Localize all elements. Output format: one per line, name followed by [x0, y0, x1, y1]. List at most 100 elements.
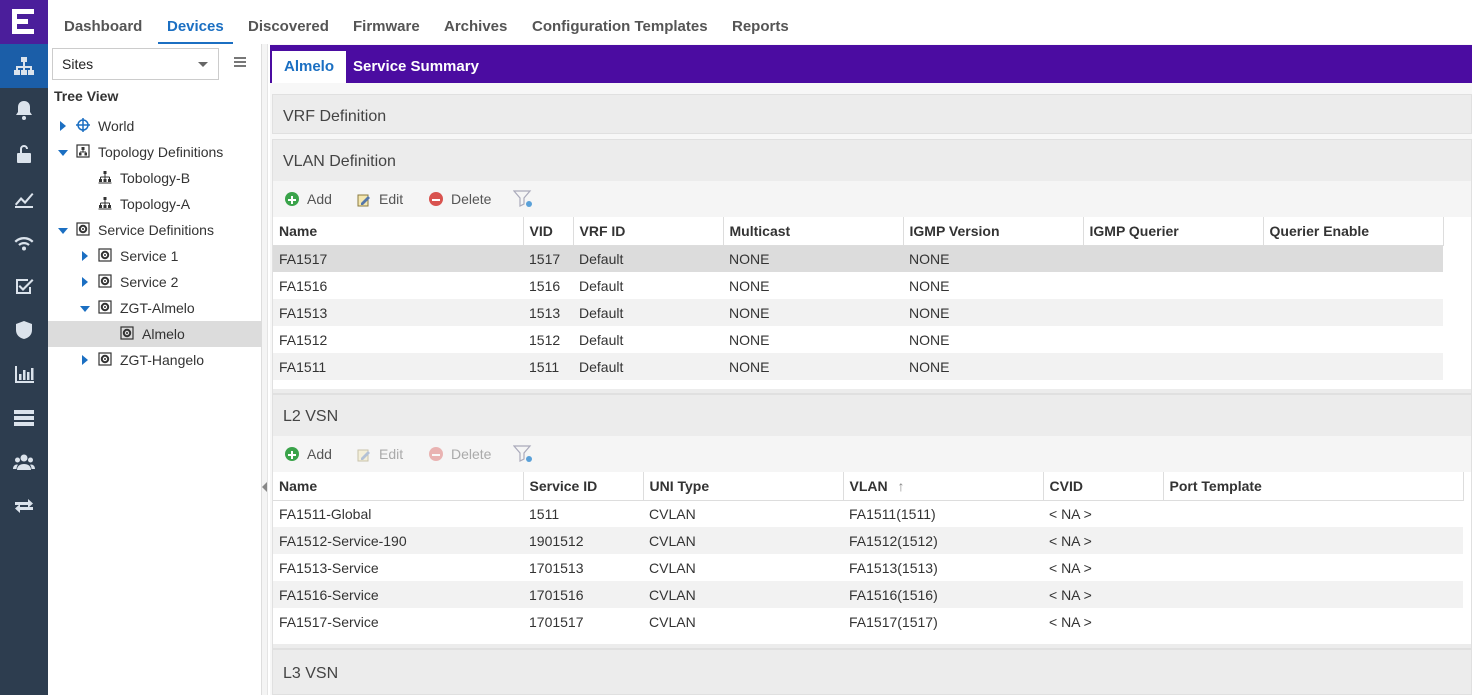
tree-node-almelo[interactable]: Almelo — [48, 321, 262, 347]
table-row[interactable]: FA1511 1511 Default NONE NONE — [273, 353, 1443, 380]
cell-vrf-id: Default — [573, 299, 723, 326]
trend-chart-icon[interactable] — [0, 176, 48, 220]
unlock-icon[interactable] — [0, 132, 48, 176]
column-header-service-id[interactable]: Service ID — [523, 472, 644, 501]
wifi-icon[interactable] — [0, 220, 48, 264]
table-row[interactable]: FA1511-Global 1511 CVLAN FA1511(1511) < NA > — [273, 500, 1463, 527]
vrf-definition-section[interactable]: VRF Definition — [272, 94, 1472, 134]
cell-vrf-id: Default — [579, 277, 624, 294]
edit-icon — [357, 447, 371, 462]
bell-icon[interactable] — [0, 88, 48, 132]
table-row[interactable]: FA1516-Service 1701516 CVLAN FA1516(1516) < … — [273, 581, 1463, 608]
cell-querier-enable — [1263, 245, 1443, 272]
vlan-header-row: Name VID VRF ID Multicast IGMP Version I… — [273, 217, 1444, 246]
collapse-icon[interactable] — [58, 228, 68, 234]
top-nav: Dashboard Devices Discovered Firmware Ar… — [48, 0, 1472, 44]
collapse-icon[interactable] — [80, 306, 90, 312]
tree-node-service-1[interactable]: Service 1 — [48, 243, 262, 269]
expand-icon[interactable] — [82, 355, 88, 365]
add-button[interactable]: Add — [285, 444, 332, 464]
server-icon[interactable] — [0, 396, 48, 440]
table-row[interactable]: FA1513 1513 Default NONE NONE — [273, 299, 1443, 326]
tab-dashboard[interactable]: Dashboard — [55, 0, 151, 44]
table-row[interactable]: FA1512 1512 Default NONE NONE — [273, 326, 1443, 353]
cell-vrf-id: Default — [573, 245, 723, 272]
cell-querier-enable — [1263, 353, 1443, 380]
tab-archives[interactable]: Archives — [435, 0, 516, 44]
column-header-igmp-querier[interactable]: IGMP Querier — [1083, 217, 1264, 246]
column-header-name[interactable]: Name — [273, 217, 524, 246]
menu-icon[interactable] — [234, 57, 246, 67]
shield-icon[interactable] — [0, 308, 48, 352]
tab-reports[interactable]: Reports — [723, 0, 798, 44]
delete-button[interactable]: Delete — [429, 189, 491, 209]
tree-node-service-definitions[interactable]: Service Definitions — [48, 217, 262, 243]
table-row[interactable]: FA1517-Service 1701517 CVLAN FA1517(1517) < … — [273, 608, 1463, 635]
column-header-multicast[interactable]: Multicast — [723, 217, 904, 246]
column-header-name[interactable]: Name — [273, 472, 524, 501]
tab-almelo[interactable]: Almelo — [272, 51, 347, 83]
tree-node-world[interactable]: World — [48, 113, 262, 139]
cell-vrf-id: Default — [573, 353, 723, 380]
add-button[interactable]: Add — [285, 189, 332, 209]
tree-node-topology-a[interactable]: Topology-A — [48, 191, 262, 217]
cell-uni-type: CVLAN — [649, 505, 696, 522]
users-icon[interactable] — [0, 440, 48, 484]
tree-node-zgt-almelo[interactable]: ZGT-Almelo — [48, 295, 262, 321]
sites-select[interactable]: Sites — [52, 48, 219, 80]
table-row[interactable]: Default1DefaultNONENONE — [273, 380, 1443, 390]
tab-firmware[interactable]: Firmware — [344, 0, 429, 44]
vlan-table: Name VID VRF ID Multicast IGMP Version I… — [273, 217, 1444, 389]
tree-node-tobology-b[interactable]: Tobology-B — [48, 165, 262, 191]
delete-button[interactable]: Delete — [429, 444, 491, 464]
edit-button[interactable]: Edit — [357, 444, 403, 464]
tab-configuration-templates[interactable]: Configuration Templates — [523, 0, 717, 44]
tree-node-service-2[interactable]: Service 2 — [48, 269, 262, 295]
expand-icon[interactable] — [60, 121, 66, 131]
collapse-icon[interactable] — [58, 150, 68, 156]
column-header-igmp-version[interactable]: IGMP Version — [903, 217, 1084, 246]
tree-node-zgt-hangelo[interactable]: ZGT-Hangelo — [48, 347, 262, 373]
tree-node-label: Topology-A — [120, 196, 191, 212]
tab-discovered[interactable]: Discovered — [239, 0, 338, 44]
delete-label: Delete — [451, 446, 492, 462]
tab-devices[interactable]: Devices — [158, 0, 233, 44]
panel-splitter[interactable] — [262, 44, 268, 695]
extreme-logo[interactable] — [0, 0, 48, 44]
column-header-querier-enable[interactable]: Querier Enable — [1263, 217, 1444, 246]
edit-button[interactable]: Edit — [357, 189, 403, 209]
column-header-cvid[interactable]: CVID — [1043, 472, 1164, 501]
expand-icon[interactable] — [82, 277, 88, 287]
network-icon[interactable] — [0, 44, 48, 88]
column-header-vid[interactable]: VID — [523, 217, 574, 246]
cell-name: FA1511 — [273, 353, 523, 380]
delete-icon — [429, 447, 443, 461]
tab-service-summary[interactable]: Service Summary — [341, 51, 491, 83]
expand-icon[interactable] — [82, 251, 88, 261]
table-row[interactable]: FA1512-Service-190 1901512 CVLAN FA1512(151… — [273, 527, 1463, 554]
table-row[interactable]: FA1513-Service 1701513 CVLAN FA1513(1513) < … — [273, 554, 1463, 581]
table-row[interactable]: FA1517 1517 Default NONE NONE — [273, 245, 1443, 272]
cell-name: FA1511-Global — [279, 505, 372, 522]
bar-chart-icon[interactable] — [0, 352, 48, 396]
cell-port-template — [1163, 608, 1463, 635]
l3-vsn-section[interactable]: L3 VSN — [272, 649, 1472, 695]
column-header-uni-type[interactable]: UNI Type — [643, 472, 844, 501]
section-title: VLAN Definition — [283, 153, 396, 170]
cell-vid: 1517 — [523, 245, 573, 272]
column-header-vlan[interactable]: VLAN ↑ — [843, 472, 1044, 501]
column-header-vrf-id[interactable]: VRF ID — [573, 217, 724, 246]
filter-icon[interactable] — [513, 189, 535, 209]
edit-label: Edit — [379, 446, 404, 462]
filter-icon[interactable] — [513, 444, 535, 464]
cell-querier-enable — [1263, 326, 1443, 353]
table-row[interactable]: FA1516 1516 Default NONE NONE — [273, 272, 1443, 299]
tree-node-topology-definitions[interactable]: Topology Definitions — [48, 139, 262, 165]
cell-igmp-version: NONE — [903, 299, 1083, 326]
column-header-vlan-label: VLAN — [849, 477, 888, 494]
cell-igmp-querier — [1083, 326, 1263, 353]
collapse-left-icon[interactable] — [262, 482, 267, 492]
exchange-icon[interactable] — [0, 484, 48, 528]
checkbox-icon[interactable] — [0, 264, 48, 308]
column-header-port-template[interactable]: Port Template — [1163, 472, 1464, 501]
